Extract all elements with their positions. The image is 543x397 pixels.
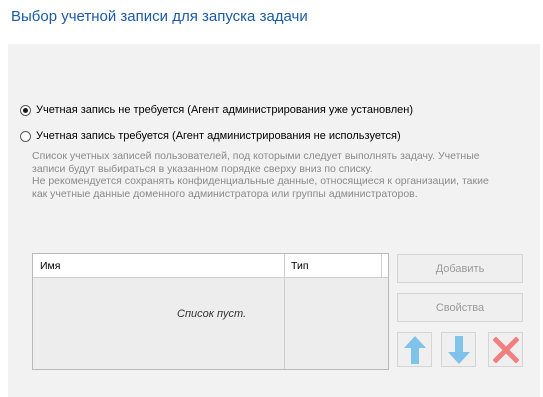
account-description: Список учетных записей пользователей, по… — [32, 150, 532, 200]
accounts-table[interactable]: Имя Тип Список пуст. — [32, 253, 389, 370]
empty-list-message: Список пуст. — [177, 308, 247, 320]
column-header-type[interactable]: Тип — [291, 260, 309, 272]
radio-no-account-label: Учетная запись не требуется (Агент админ… — [36, 104, 414, 116]
radio-no-account[interactable]: Учетная запись не требуется (Агент админ… — [20, 102, 413, 118]
description-line: как учетные данные доменного администрат… — [32, 187, 418, 200]
description-line: Не рекомендуется сохранять конфиденциаль… — [32, 175, 489, 187]
description-line: записи будут выбираться в указанном поря… — [32, 162, 373, 175]
header-divider — [381, 254, 382, 277]
table-header: Имя Тип — [33, 254, 388, 278]
delete-x-icon — [492, 336, 519, 363]
move-down-button[interactable] — [441, 332, 476, 367]
page-title: Выбор учетной записи для запуска задачи — [11, 8, 308, 25]
arrow-down-icon — [447, 335, 470, 364]
account-settings-panel: Учетная запись не требуется (Агент админ… — [8, 44, 540, 397]
move-up-button[interactable] — [397, 332, 432, 367]
radio-button-unchecked[interactable] — [20, 130, 31, 142]
column-header-name[interactable]: Имя — [40, 260, 60, 272]
radio-account-required-label: Учетная запись требуется (Агент админист… — [36, 130, 401, 142]
radio-button-checked[interactable] — [20, 104, 31, 116]
column-divider — [284, 254, 285, 369]
description-line: Список учетных записей пользователей, по… — [32, 150, 480, 162]
radio-account-required[interactable]: Учетная запись требуется (Агент админист… — [20, 128, 401, 144]
arrow-up-icon — [403, 335, 426, 364]
delete-button[interactable] — [488, 332, 523, 367]
properties-button[interactable]: Свойства — [397, 293, 523, 322]
add-button[interactable]: Добавить — [397, 254, 523, 283]
